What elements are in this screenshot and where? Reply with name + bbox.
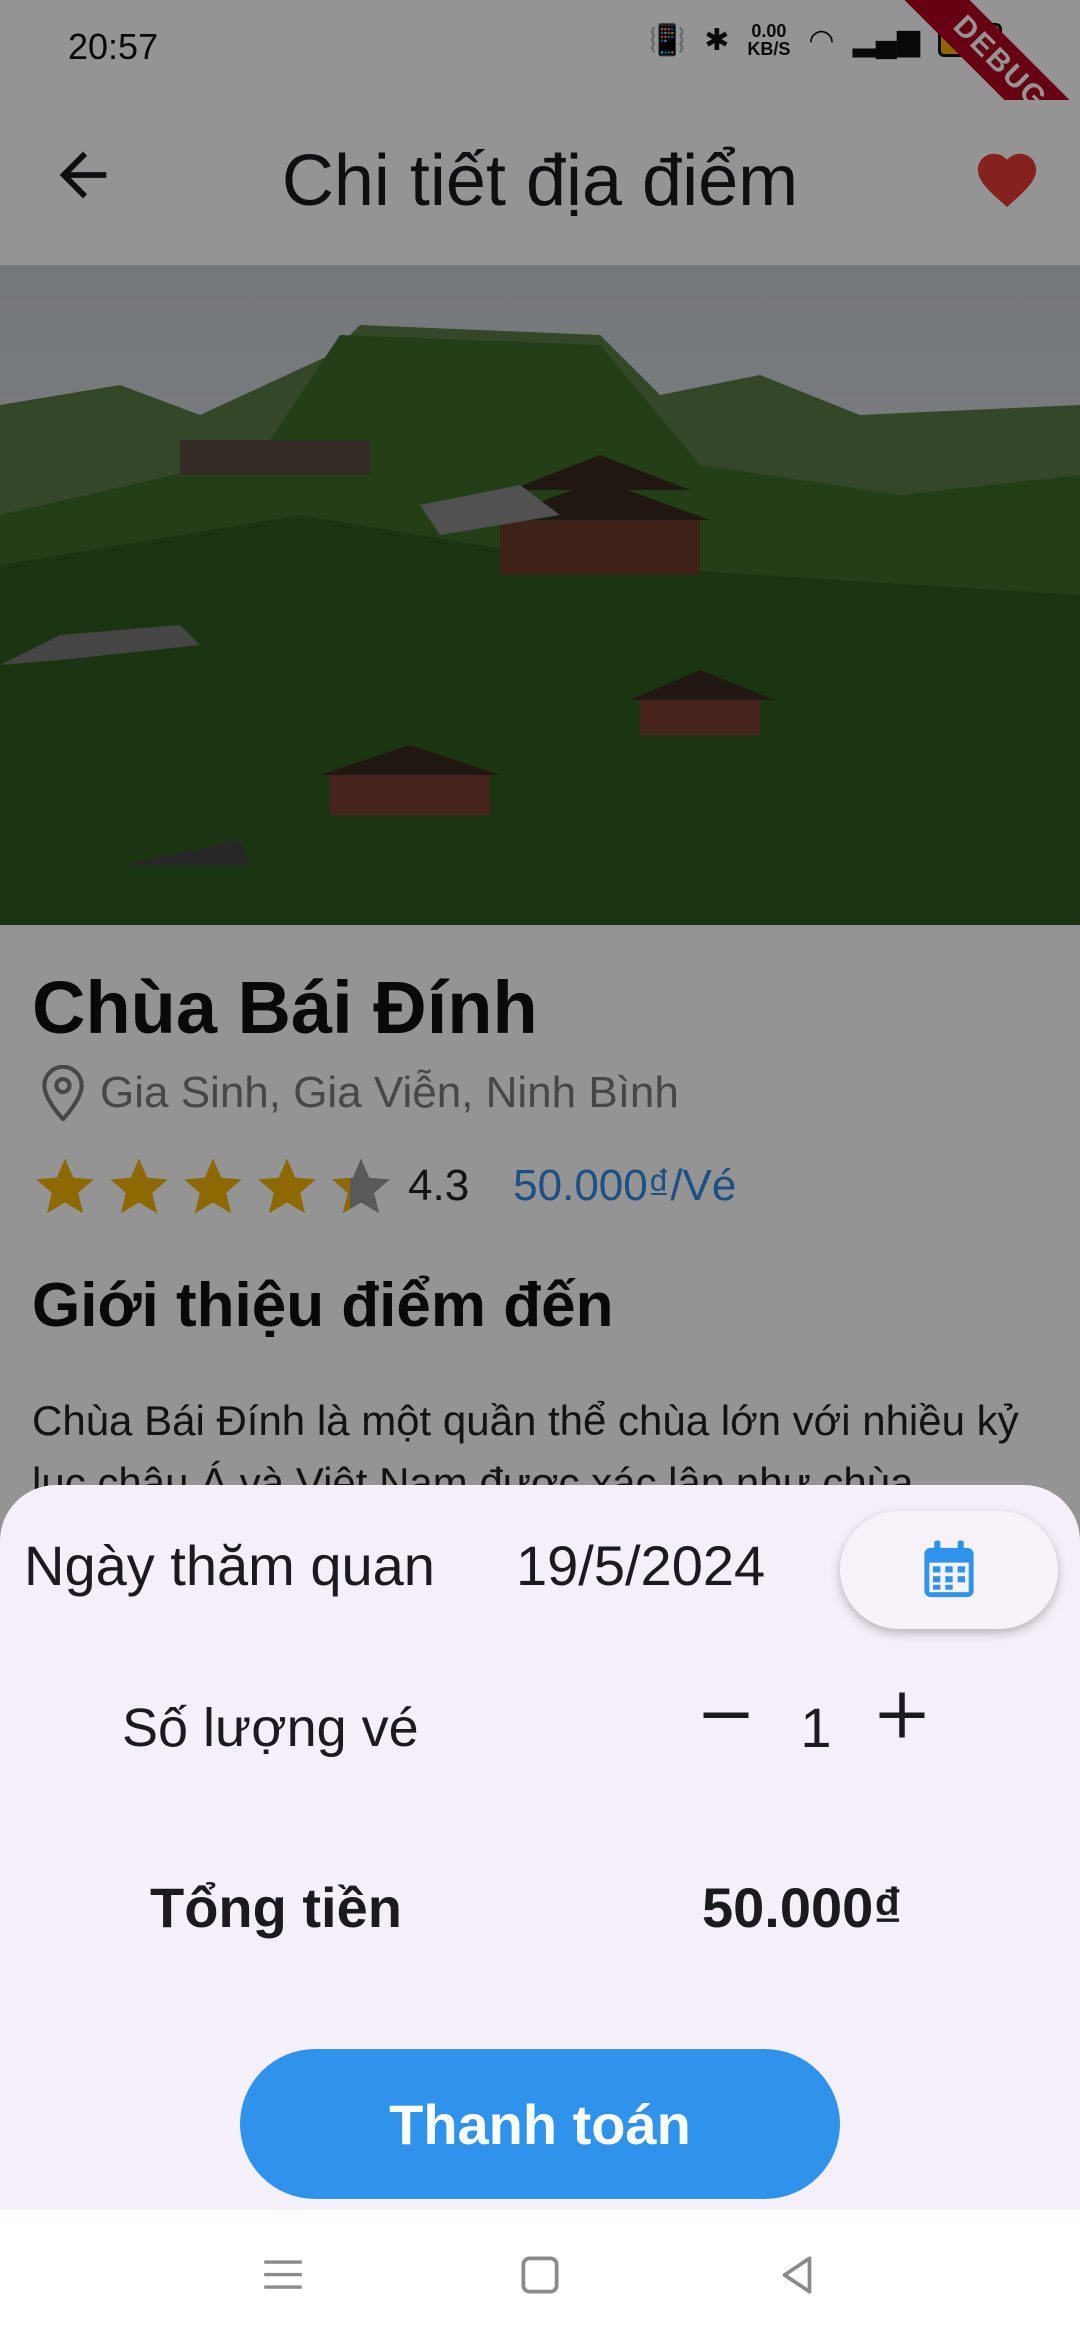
total-value: 50.000₫: [702, 1876, 903, 1939]
booking-bottom-sheet: Ngày thăm quan 19/5/2024 Số lượng vé 1 T…: [0, 1485, 1080, 2210]
calendar-button[interactable]: [840, 1511, 1058, 1629]
plus-icon[interactable]: [872, 1685, 932, 1745]
back-icon[interactable]: [772, 2250, 822, 2300]
pay-button[interactable]: Thanh toán: [240, 2049, 840, 2199]
minus-icon[interactable]: [696, 1685, 756, 1745]
quantity-value: 1: [800, 1696, 832, 1759]
menu-icon[interactable]: [258, 2250, 308, 2300]
total-label: Tổng tiền: [150, 1876, 402, 1939]
visit-date-value: 19/5/2024: [516, 1534, 766, 1597]
system-nav-bar: [0, 2210, 1080, 2339]
calendar-icon: [924, 1540, 974, 1598]
visit-date-label: Ngày thăm quan: [24, 1534, 435, 1597]
home-icon[interactable]: [515, 2250, 565, 2300]
quantity-label: Số lượng vé: [122, 1698, 419, 1758]
place-detail-page: 20:57 📳 ✱ 0.00 KB/S ◠ ▂▄▆ 100 DEBUG Chi …: [0, 0, 1080, 2339]
